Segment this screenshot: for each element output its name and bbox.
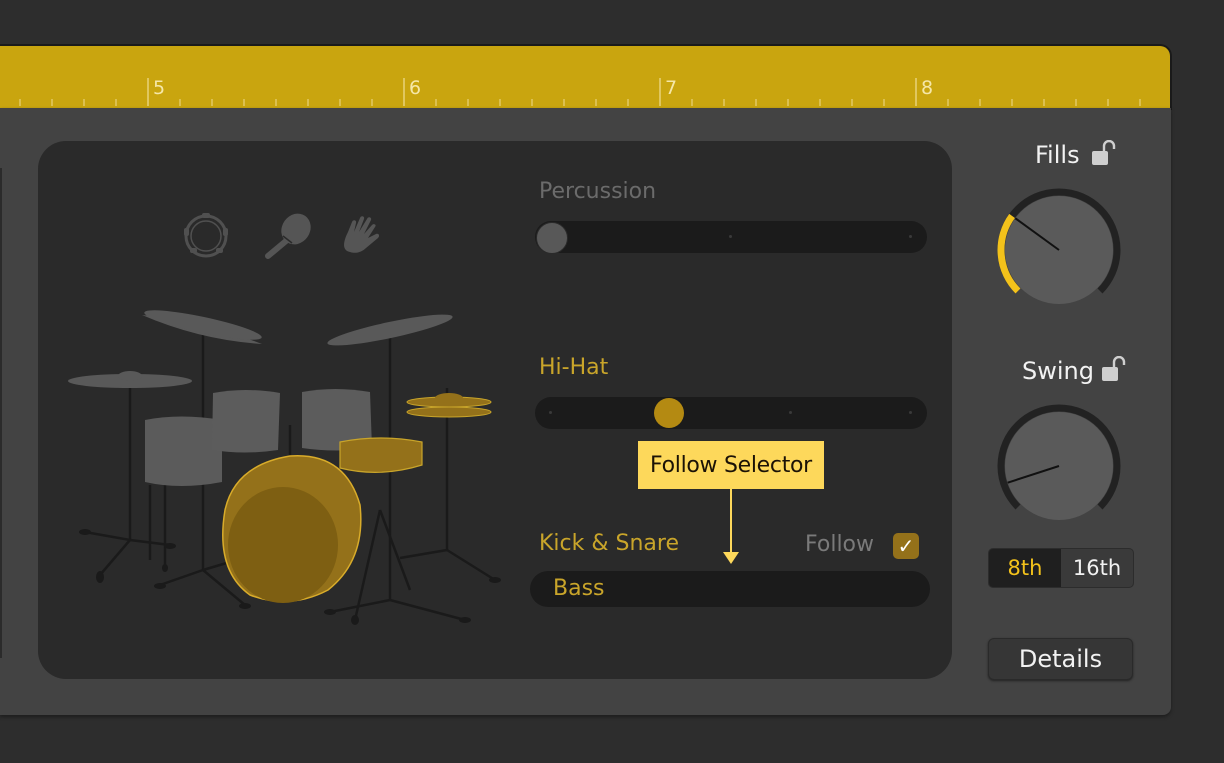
hihat-slider[interactable] — [535, 397, 927, 429]
drum-kit-illustration — [68, 310, 501, 625]
follow-checkbox[interactable]: ✓ — [893, 533, 919, 559]
hi-hat-highlighted[interactable] — [406, 393, 492, 418]
slider-tick — [549, 411, 552, 414]
annotation-text: Follow Selector — [650, 453, 812, 478]
panel-divider — [0, 168, 2, 658]
slider-tick — [909, 411, 912, 414]
bar-label-8: 8 — [921, 77, 934, 99]
annotation-arrow-head — [723, 552, 739, 564]
percussion-label: Percussion — [539, 179, 657, 204]
bar-label-7: 7 — [665, 77, 678, 99]
kick-drum-highlighted[interactable] — [222, 454, 362, 603]
percussion-slider-thumb[interactable] — [536, 222, 568, 254]
swing-8th-button[interactable]: 8th — [989, 549, 1061, 587]
rack-tom-1 — [212, 390, 280, 453]
percussion-slider[interactable] — [535, 221, 927, 254]
ruler-ticks — [19, 78, 1141, 106]
maraca-icon[interactable] — [265, 210, 317, 259]
region-ruler[interactable]: 5 6 7 8 — [0, 44, 1172, 110]
swing-resolution-control: 8th 16th — [988, 548, 1134, 588]
hihat-slider-thumb[interactable] — [654, 398, 685, 428]
swing-16th-button[interactable]: 16th — [1061, 549, 1133, 587]
hihat-label: Hi-Hat — [539, 355, 609, 380]
follow-track-value: Bass — [553, 576, 605, 601]
floor-tom — [145, 416, 222, 486]
snare-highlighted[interactable] — [339, 437, 423, 473]
slider-tick — [909, 235, 912, 238]
bar-label-6: 6 — [409, 77, 422, 99]
slider-tick — [729, 235, 732, 238]
swing-label: Swing — [1022, 357, 1094, 385]
bar-label-5: 5 — [153, 77, 166, 99]
follow-label: Follow — [805, 532, 875, 557]
fills-lock-icon[interactable] — [1091, 140, 1117, 168]
swing-knob[interactable] — [994, 401, 1124, 531]
hand-icon[interactable] — [344, 216, 380, 253]
annotation-arrow — [730, 489, 732, 554]
annotation-callout: Follow Selector — [638, 441, 824, 489]
fills-knob[interactable] — [994, 185, 1124, 315]
details-button[interactable]: Details — [988, 638, 1133, 680]
swing-lock-icon[interactable] — [1101, 356, 1127, 384]
kick-snare-label: Kick & Snare — [539, 531, 680, 556]
tambourine-icon[interactable] — [184, 213, 228, 258]
percussion-icons — [184, 210, 380, 259]
fills-label: Fills — [1035, 141, 1080, 169]
slider-tick — [789, 411, 792, 414]
follow-track-selector[interactable]: Bass — [530, 571, 930, 607]
